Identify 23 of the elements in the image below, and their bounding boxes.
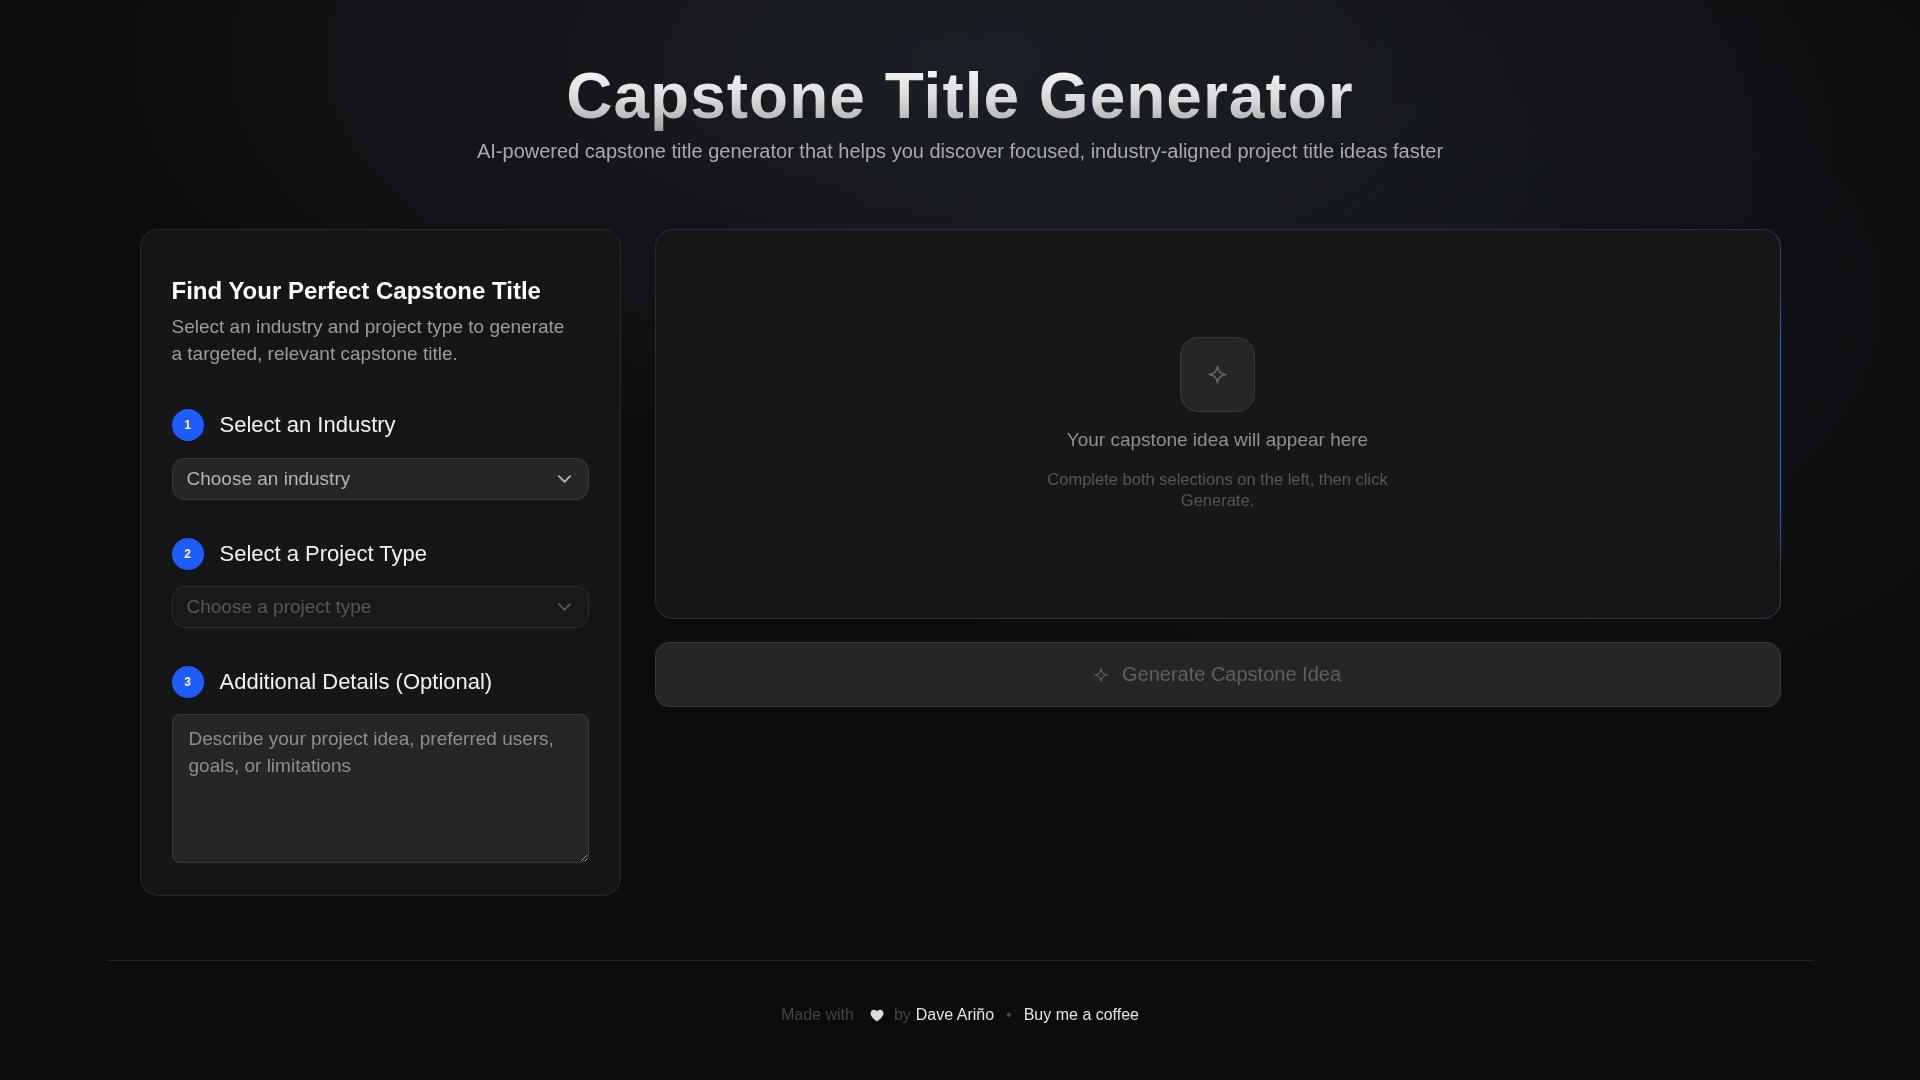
panel-description: Select an industry and project type to generate a targeted, relevant capstone title. (171, 315, 566, 366)
details-textarea[interactable]: Describe your project idea, preferred users, goals, or limitations (171, 714, 589, 863)
step-label: Select an Industry (219, 411, 396, 439)
step-number: 1 (171, 409, 204, 441)
dropdown-select[interactable]: Choose an industry (171, 458, 589, 500)
result-placeholder-hint: Complete both selections on the left, then click Generate. (1046, 469, 1389, 511)
author-link[interactable]: Dave Ariño (915, 1005, 995, 1025)
sparkle-icon (1093, 667, 1108, 682)
footer-text: by (893, 1005, 911, 1025)
sparkle-icon (1180, 337, 1255, 412)
page-subtitle: AI-powered capstone title generator that helps you discover focused, industry-aligned project title ideas faster (476, 139, 1444, 164)
result-placeholder-title: Your capstone idea will appear here (1066, 428, 1369, 452)
heart-icon (869, 1008, 884, 1022)
chevron-down-icon (557, 603, 571, 611)
footer-text: Made with (781, 1005, 854, 1025)
step-number: 2 (171, 538, 204, 570)
panel-heading: Find Your Perfect Capstone Title (171, 276, 542, 306)
step-label: Additional Details (Optional) (219, 668, 493, 696)
coffee-link[interactable]: Buy me a coffee (1023, 1005, 1139, 1025)
footer-separator: • (1006, 1005, 1012, 1025)
chevron-down-icon (557, 475, 571, 483)
step-label: Select a Project Type (219, 540, 427, 568)
step-number: 3 (171, 666, 204, 698)
